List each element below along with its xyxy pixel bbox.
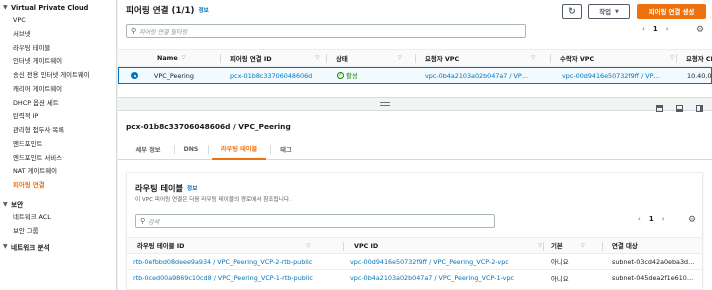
sort-icon: ▽ [306,242,311,249]
sidebar-item-security-groups[interactable]: 보안 그룹 [0,225,116,239]
tab-details[interactable]: 세부 정보 [126,138,170,160]
route-search-field[interactable]: ⚲ 검색 [135,214,495,228]
next-page-icon[interactable]: › [662,215,665,223]
caret-down-icon: ▼ [614,8,619,15]
column-name[interactable]: Name ▽ [153,50,186,66]
panel-side-icon[interactable] [696,105,703,112]
search-icon: ⚲ [131,27,137,35]
cell-requester-vpc[interactable]: vpc-0b4a2103a02b047a7 / VP… [421,68,528,83]
sidebar-item-nat-gateways[interactable]: NAT 게이트웨이 [0,165,116,179]
table-row: rtb-0efbbd08deee9a934 / VPC_Peering_VCP-… [127,254,702,270]
caret-down-icon: ▼ [3,4,8,11]
cell-route-table-id[interactable]: rtb-0efbbd08deee9a934 / VPC_Peering_VCP-… [129,254,312,269]
column-requester-cidr[interactable]: 요청자 CI [682,50,712,66]
detail-tabs: 세부 정보 DNS 라우팅 테이블 태그 [118,138,712,160]
column-requester-vpc[interactable]: 요청자 VPC ▽ [421,50,535,66]
route-pagination: ‹ 1 › [634,215,669,223]
sidebar: ▼ Virtual Private Cloud VPC 서브넷 라우팅 테이블 … [0,0,117,290]
radio-selected-icon[interactable] [131,72,138,79]
info-link[interactable]: 정보 [198,6,208,14]
table-row[interactable]: VPC_Peering pcx-01b8c33706048606d ✓ 활성 v… [118,67,712,84]
prev-page-icon[interactable]: ‹ [638,215,641,223]
check-circle-icon: ✓ [337,72,344,79]
refresh-icon: ↻ [568,6,576,17]
cell-associations: subnet-045dea2f1e610… [612,274,694,282]
sidebar-item-route-tables[interactable]: 라우팅 테이블 [0,42,116,56]
search-icon: ⚲ [140,217,146,225]
sidebar-item-subnets[interactable]: 서브넷 [0,28,116,42]
sort-icon: ▽ [397,55,402,61]
sidebar-section-vpc[interactable]: ▼ Virtual Private Cloud [0,1,116,14]
cell-route-table-id[interactable]: rtb-0ced00a9869c10cd8 / VPC_Peering_VCP-… [129,270,313,286]
column-status[interactable]: 상태 ▽ [332,50,402,66]
route-tables-info-link[interactable]: 정보 [187,184,197,192]
sidebar-item-dhcp-options[interactable]: DHCP 옵션 세트 [0,97,116,111]
split-divider[interactable] [118,97,712,111]
detail-title: pcx-01b8c33706048606d / VPC_Peering [126,122,291,131]
column-associations[interactable]: 연결 대상 [608,238,638,253]
sidebar-section-network-analysis[interactable]: ▼ 네트워크 분석 [0,240,116,253]
table-header: Name ▽ 피어링 연결 ID ▽ 상태 ▽ 요청자 VPC ▽ 수락자 VPC ▽ 요… [118,49,712,67]
page-title: 피어링 연결 (1/1) [126,6,195,16]
actions-button[interactable]: 작업 ▼ [588,4,630,19]
cell-name: VPC_Peering [154,71,194,80]
sidebar-item-internet-gateways[interactable]: 인터넷 게이트웨이 [0,55,116,69]
settings-gear-icon[interactable]: ⚙ [696,25,704,35]
tab-route-tables[interactable]: 라우팅 테이블 [212,138,266,160]
sort-icon: ▽ [315,55,320,61]
sidebar-item-egress-only-gateways[interactable]: 송신 전용 인터넷 게이트웨이 [0,69,116,83]
panel-top-icon[interactable] [656,105,663,112]
create-peering-button[interactable]: 피어링 연결 생성 [637,4,706,19]
column-peering-id[interactable]: 피어링 연결 ID ▽ [226,50,319,66]
cell-associations: subnet-03cd42a0eba3d… [612,257,695,266]
cell-accepter-vpc[interactable]: vpc-00d9416e50732f9ff / VP… [558,68,660,83]
sidebar-item-elastic-ip[interactable]: 탄력적 IP [0,110,116,124]
tab-dns[interactable]: DNS [178,138,204,160]
sidebar-item-peering-connections[interactable]: 피어링 연결 [0,179,116,193]
route-tables-title: 라우팅 테이블 정보 [135,183,198,193]
route-tables-container: 라우팅 테이블 정보 이 VPC 피어링 연결은 다음 라우팅 테이블의 경로에… [126,172,703,290]
sort-icon: ▽ [538,242,543,249]
sidebar-item-endpoints[interactable]: 엔드포인트 [0,138,116,152]
column-vpc-id[interactable]: VPC ID ▽ [350,238,542,253]
sidebar-item-vpc[interactable]: VPC [0,14,116,28]
page-number[interactable]: 1 [649,215,654,223]
sidebar-section-security[interactable]: ▼ 보안 [0,198,116,211]
page-number[interactable]: 1 [653,25,658,33]
cell-requester-cidr: 10.40.0. [687,71,712,80]
cell-main: 아니요 [551,258,569,266]
route-tables-description: 이 VPC 피어링 연결은 다음 라우팅 테이블의 경로에서 참조됩니다. [135,197,291,203]
search-field[interactable]: ⚲ 피어링 연결 필터링 [126,24,526,38]
table-row: rtb-0ced00a9869c10cd8 / VPC_Peering_VCP-… [127,270,702,286]
tab-tags[interactable]: 태그 [274,138,298,160]
route-table-header: 라우팅 테이블 ID ▽ VPC ID ▽ 기본 ▽ 연결 대상 [127,237,702,254]
cell-vpc-id[interactable]: vpc-00d9416e50732f9ff / VPC_Peering_VCP-… [346,254,509,269]
refresh-button[interactable]: ↻ [562,4,582,19]
drag-handle-icon[interactable] [380,102,390,106]
column-accepter-vpc[interactable]: 수락자 VPC ▽ [556,50,674,66]
sort-icon: ▽ [670,55,675,61]
panel-bottom-icon[interactable] [676,105,683,112]
cell-peering-id[interactable]: pcx-01b8c33706048606d [226,68,312,83]
prev-page-icon[interactable]: ‹ [642,25,645,33]
sort-icon: ▽ [531,55,536,61]
caret-down-icon: ▼ [3,200,8,208]
sort-icon: ▽ [181,55,186,61]
column-route-table-id[interactable]: 라우팅 테이블 ID ▽ [133,238,310,253]
status-badge: ✓ 활성 [337,72,358,80]
next-page-icon[interactable]: › [666,25,669,33]
settings-gear-icon[interactable]: ⚙ [688,215,696,225]
sidebar-item-network-acl[interactable]: 네트워크 ACL [0,211,116,225]
main-content: 피어링 연결 (1/1) 정보 ↻ 작업 ▼ 피어링 연결 생성 ⚲ 피어링 연… [118,0,712,290]
sidebar-item-prefix-lists[interactable]: 관리형 접두사 목록 [0,124,116,138]
column-main[interactable]: 기본 ▽ [547,238,585,253]
sort-icon: ▽ [580,242,585,249]
sidebar-item-endpoint-services[interactable]: 엔드포인트 서비스 [0,152,116,166]
pagination: ‹ 1 › [638,25,673,33]
cell-vpc-id[interactable]: vpc-0b4a2103a02b047a7 / VPC_Peering_VCP-… [346,270,514,286]
caret-down-icon: ▼ [3,243,8,251]
cell-main: 아니요 [551,274,569,283]
sidebar-item-carrier-gateways[interactable]: 캐리어 게이트웨이 [0,83,116,97]
